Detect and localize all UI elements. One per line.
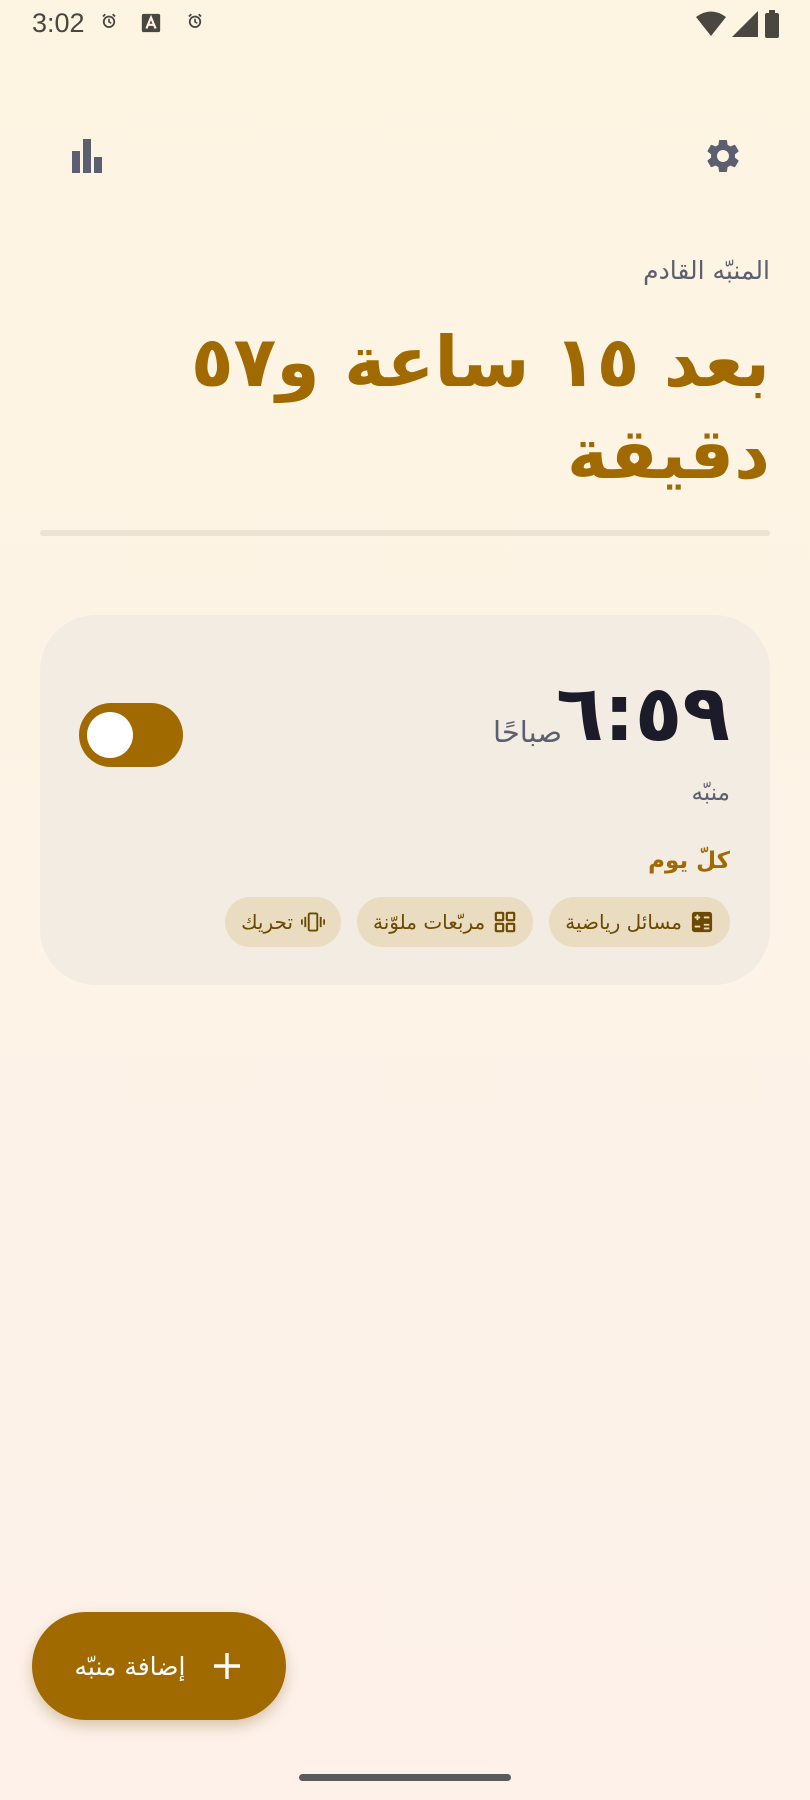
next-alarm-countdown: بعد ١٥ ساعة و٥٧ دقيقة (190, 321, 770, 495)
settings-button[interactable] (691, 126, 755, 190)
chip-label: تحريك (241, 910, 294, 934)
next-alarm-progress (40, 530, 770, 536)
next-alarm-label: المنبّه القادم (643, 256, 770, 285)
wifi-icon (696, 11, 726, 41)
toggle-knob (87, 712, 133, 758)
status-time: 3:02 (32, 8, 85, 38)
alarm-card[interactable]: ٦:٥٩ صباحًا منبّه كلّ يوم مسائل رياضية م… (40, 615, 770, 985)
chip-shake[interactable]: تحريك (225, 897, 342, 947)
chip-label: مسائل رياضية (565, 910, 682, 934)
add-alarm-button[interactable]: إضافة منبّه (32, 1612, 286, 1720)
calculator-icon (690, 910, 714, 934)
text-a-icon (140, 12, 162, 36)
add-alarm-label: إضافة منبّه (74, 1651, 186, 1681)
chip-label: مربّعات ملوّنة (373, 910, 486, 934)
signal-icon (732, 11, 758, 41)
grid-icon (493, 910, 517, 934)
alarm-ampm: صباحًا (493, 715, 562, 749)
challenge-chips: مسائل رياضية مربّعات ملوّنة تحريك (225, 897, 730, 947)
alarm-toggle[interactable] (79, 703, 183, 767)
chip-math[interactable]: مسائل رياضية (549, 897, 730, 947)
chip-colored-squares[interactable]: مربّعات ملوّنة (357, 897, 534, 947)
plus-icon (211, 1650, 243, 1682)
gear-icon (703, 136, 743, 180)
status-bar: 3:02 (0, 0, 810, 48)
alarm-label: منبّه (691, 780, 730, 806)
alarm-clock-icon (186, 12, 204, 36)
stats-button[interactable] (55, 126, 119, 190)
home-indicator[interactable] (299, 1774, 511, 1781)
alarm-repeat: كلّ يوم (648, 848, 730, 874)
bar-chart-icon (69, 139, 105, 177)
alarm-clock-icon (100, 12, 118, 36)
battery-icon (764, 10, 780, 42)
alarm-time: ٦:٥٩ (555, 669, 730, 759)
vibrate-icon (301, 910, 326, 934)
